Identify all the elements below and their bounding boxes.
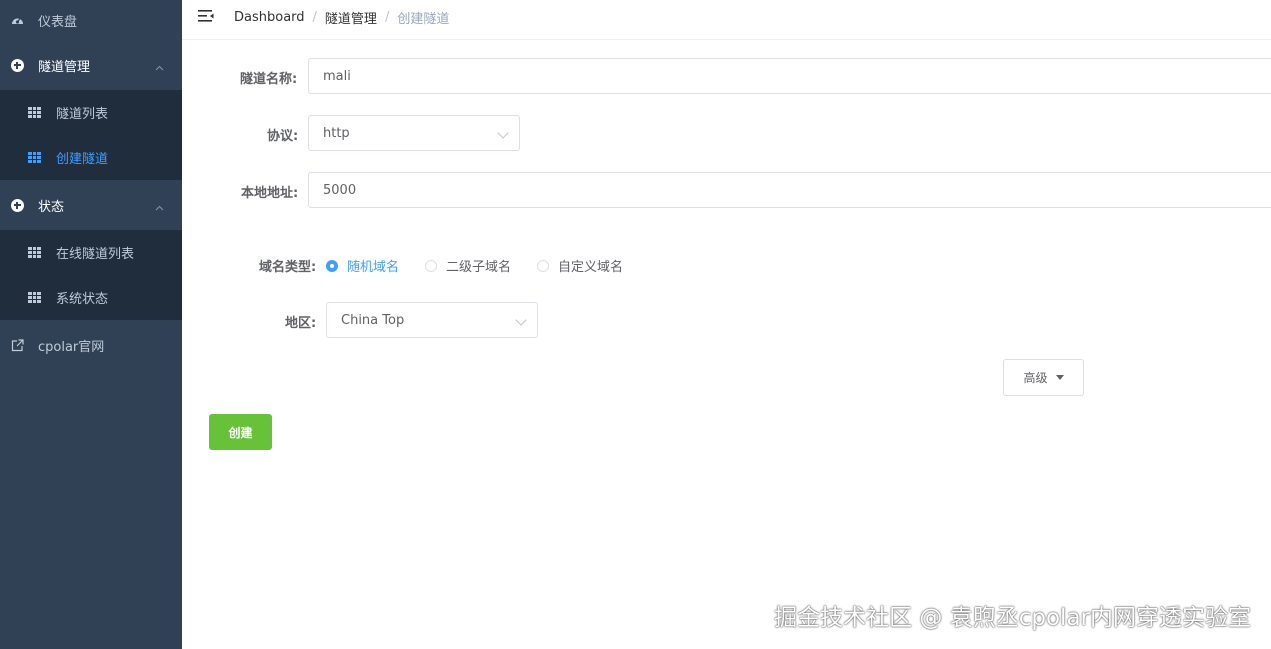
sidebar-item-label: 在线隧道列表 <box>56 247 135 262</box>
dashboard-icon <box>10 13 24 27</box>
watermark: 掘金技术社区 @ 袁煦丞cpolar内网穿透实验室 <box>774 605 1251 631</box>
domain-type-random-radio[interactable]: 随机域名 <box>326 256 399 275</box>
breadcrumb-separator: / <box>384 10 390 25</box>
local-address-label: 本地地址: <box>241 186 299 201</box>
create-label: 创建 <box>228 425 253 440</box>
create-button[interactable]: 创建 <box>209 414 272 450</box>
radio-label: 自定义域名 <box>558 260 624 275</box>
tunnel-name-label: 隧道名称: <box>240 72 298 87</box>
sidebar-item-dashboard[interactable]: 仪表盘 <box>0 0 182 40</box>
region-label: 地区: <box>285 316 317 331</box>
circle-plus-icon <box>10 58 24 72</box>
sidebar-item-create-tunnel[interactable]: 创建隧道 <box>0 135 182 180</box>
table-icon <box>28 246 41 259</box>
sidebar-item-label: 隧道管理 <box>38 59 91 75</box>
region-select[interactable]: China Top <box>326 302 538 338</box>
chevron-down-icon <box>497 127 509 139</box>
protocol-label: 协议: <box>267 129 299 144</box>
hamburger-icon[interactable] <box>198 9 214 25</box>
chevron-up-icon <box>155 60 164 75</box>
sidebar: 仪表盘 隧道管理 隧道列表 创建隧道 状态 在线隧道列表 系统状态 cpolar… <box>0 0 182 649</box>
sidebar-item-system-status[interactable]: 系统状态 <box>0 275 182 320</box>
domain-type-subdomain-radio[interactable]: 二级子域名 <box>425 256 511 275</box>
breadcrumb-create-tunnel: 创建隧道 <box>397 12 450 27</box>
submenu-status: 在线隧道列表 系统状态 <box>0 230 182 320</box>
tunnel-name-input[interactable]: mali <box>308 58 1271 94</box>
table-icon <box>28 151 41 164</box>
sidebar-item-cpolar-site[interactable]: cpolar官网 <box>0 320 182 370</box>
submenu-tunnel-management: 隧道列表 创建隧道 <box>0 90 182 180</box>
breadcrumb-dashboard[interactable]: Dashboard <box>234 10 305 25</box>
chevron-down-icon <box>515 314 527 326</box>
breadcrumb-tunnel-management[interactable]: 隧道管理 <box>325 8 377 27</box>
advanced-label: 高级 <box>1023 371 1048 385</box>
chevron-up-icon <box>155 200 164 215</box>
sidebar-item-label: cpolar官网 <box>38 339 105 355</box>
domain-type-label: 域名类型: <box>259 260 317 275</box>
sidebar-item-label: 仪表盘 <box>38 14 78 30</box>
protocol-value: http <box>323 125 350 141</box>
sidebar-item-label: 隧道列表 <box>56 107 109 122</box>
sidebar-item-label: 状态 <box>38 199 65 215</box>
navbar: Dashboard / 隧道管理 / 创建隧道 <box>182 0 1271 40</box>
breadcrumb-separator: / <box>312 10 317 25</box>
radio-label: 二级子域名 <box>446 260 512 275</box>
local-address-input[interactable]: 5000 <box>308 172 1271 208</box>
radio-unchecked-icon <box>425 259 437 272</box>
sidebar-group-tunnel-management[interactable]: 隧道管理 <box>0 40 182 90</box>
table-icon <box>28 106 41 119</box>
local-address-value: 5000 <box>323 182 357 198</box>
radio-unchecked-icon <box>537 259 549 272</box>
sidebar-item-label: 系统状态 <box>56 292 109 307</box>
region-value: China Top <box>341 312 405 328</box>
radio-label: 随机域名 <box>347 260 400 275</box>
circle-plus-icon <box>10 198 24 212</box>
table-icon <box>28 291 41 304</box>
sidebar-item-online-tunnels[interactable]: 在线隧道列表 <box>0 230 182 275</box>
caret-down-icon <box>1055 375 1064 380</box>
tunnel-name-value: mali <box>323 68 351 84</box>
advanced-dropdown-button[interactable]: 高级 <box>1003 359 1084 396</box>
sidebar-group-status[interactable]: 状态 <box>0 180 182 230</box>
protocol-select[interactable]: http <box>308 115 520 151</box>
breadcrumb: Dashboard / 隧道管理 / 创建隧道 <box>234 8 449 27</box>
sidebar-item-label: 创建隧道 <box>56 152 109 167</box>
domain-type-custom-radio[interactable]: 自定义域名 <box>537 256 623 275</box>
radio-checked-icon <box>326 259 338 272</box>
external-link-icon <box>10 338 24 352</box>
sidebar-item-tunnel-list[interactable]: 隧道列表 <box>0 90 182 135</box>
